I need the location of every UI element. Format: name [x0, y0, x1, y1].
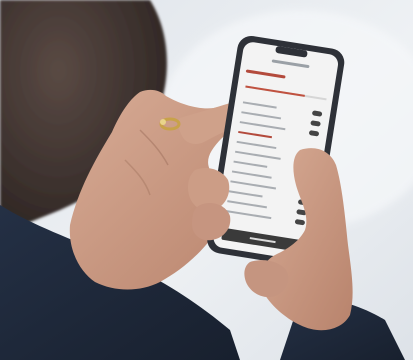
ring-stone: [160, 119, 166, 125]
photo-scene: [0, 0, 413, 360]
photo-frame: [0, 0, 413, 360]
